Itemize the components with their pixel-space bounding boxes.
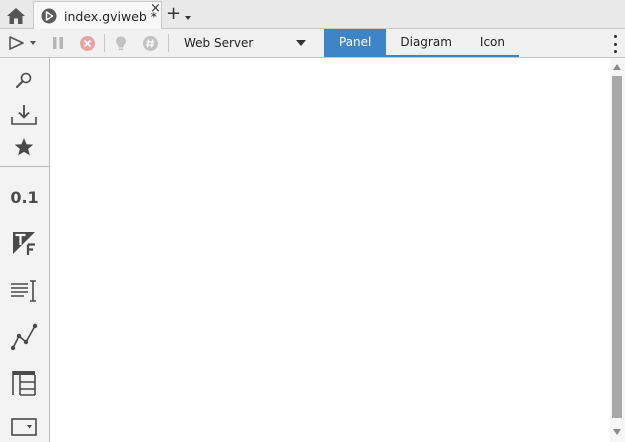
star-icon bbox=[14, 138, 34, 156]
more-dot bbox=[613, 35, 617, 38]
stop-button[interactable] bbox=[79, 35, 96, 51]
tab-panel[interactable]: Panel bbox=[324, 29, 387, 55]
add-tab-button[interactable]: + bbox=[166, 3, 196, 25]
toolbar: Web Server Panel Diagram Icon bbox=[0, 29, 625, 58]
boolean-tf-icon bbox=[13, 232, 35, 255]
toolbar-separator bbox=[104, 34, 105, 52]
dropdown-icon bbox=[11, 418, 37, 436]
hash-button[interactable] bbox=[142, 35, 159, 51]
palette-string-button[interactable] bbox=[9, 276, 39, 306]
pause-icon bbox=[53, 37, 63, 49]
dropdown-arrow-icon bbox=[296, 40, 306, 46]
play-icon bbox=[9, 36, 36, 50]
toolbar-separator bbox=[168, 34, 169, 52]
document-tab-bar: index.gviweb * × + bbox=[0, 0, 625, 29]
numeric-control-icon[interactable]: 0.1 bbox=[0, 188, 49, 207]
lightbulb-icon bbox=[116, 36, 126, 50]
table-icon bbox=[12, 371, 36, 396]
palette-dropdown-button[interactable] bbox=[9, 412, 39, 442]
plus-icon: + bbox=[166, 3, 182, 24]
more-menu-button[interactable] bbox=[611, 35, 619, 53]
search-icon bbox=[16, 72, 32, 88]
hash-icon bbox=[143, 35, 158, 51]
string-control-icon bbox=[11, 280, 36, 302]
chevron-down-icon bbox=[185, 16, 192, 20]
panel-canvas[interactable] bbox=[50, 58, 610, 442]
run-circle-icon bbox=[41, 8, 57, 24]
palette-divider bbox=[0, 166, 49, 167]
view-tabs: Panel Diagram Icon bbox=[324, 29, 519, 57]
server-select-value: Web Server bbox=[184, 36, 254, 50]
pause-button[interactable] bbox=[51, 35, 65, 51]
palette-sidebar: 0.1 bbox=[0, 58, 50, 442]
scrollbar-thumb[interactable] bbox=[612, 76, 622, 418]
server-select[interactable]: Web Server bbox=[178, 33, 312, 53]
more-dot bbox=[613, 42, 617, 46]
home-button[interactable] bbox=[2, 2, 30, 29]
stop-icon bbox=[80, 35, 95, 51]
document-tab[interactable]: index.gviweb * × bbox=[33, 1, 162, 29]
scroll-up-icon[interactable] bbox=[613, 64, 621, 70]
tab-icon[interactable]: Icon bbox=[466, 29, 519, 55]
vertical-scrollbar[interactable] bbox=[610, 58, 625, 442]
scroll-down-icon[interactable] bbox=[613, 429, 621, 435]
tab-diagram[interactable]: Diagram bbox=[386, 29, 466, 55]
more-dot bbox=[613, 50, 617, 53]
palette-download-button[interactable] bbox=[9, 100, 39, 130]
palette-graph-button[interactable] bbox=[9, 322, 39, 352]
graph-icon bbox=[10, 323, 38, 351]
document-tab-label: index.gviweb * bbox=[64, 9, 158, 24]
palette-boolean-button[interactable] bbox=[9, 229, 39, 259]
close-tab-button[interactable]: × bbox=[150, 2, 161, 16]
palette-favorites-button[interactable] bbox=[9, 132, 39, 162]
palette-table-button[interactable] bbox=[9, 368, 39, 398]
palette-search-button[interactable] bbox=[9, 66, 39, 96]
hint-button[interactable] bbox=[114, 35, 128, 51]
download-icon bbox=[11, 105, 37, 125]
home-icon bbox=[7, 7, 25, 24]
run-button[interactable] bbox=[8, 35, 36, 51]
